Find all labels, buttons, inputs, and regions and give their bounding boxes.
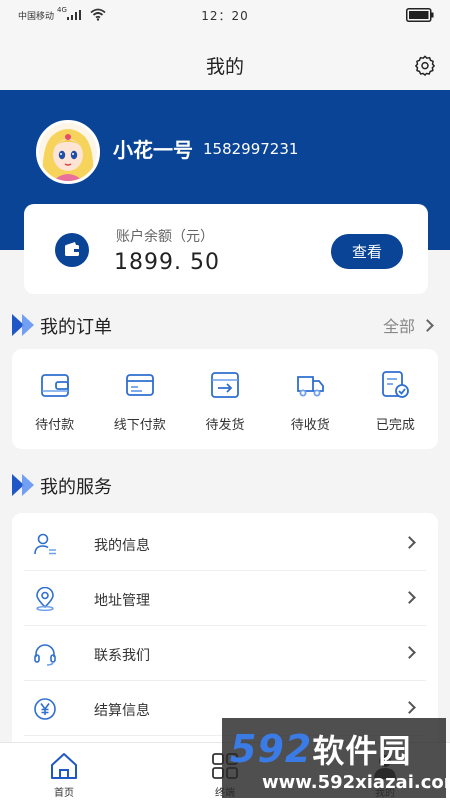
- order-offline-payment[interactable]: 线下付款: [97, 349, 182, 449]
- nav-bar: 我的: [0, 30, 450, 90]
- service-label: 地址管理: [94, 593, 150, 609]
- service-contact[interactable]: 联系我们: [24, 626, 426, 681]
- service-label: 联系我们: [94, 648, 150, 664]
- home-icon: [51, 753, 77, 779]
- yen-icon: [34, 698, 56, 720]
- orders-card: 待付款 线下付款 待发货 待收货 已完成: [12, 349, 438, 449]
- username: 小花一号: [113, 138, 193, 162]
- orders-view-all[interactable]: 全部: [382, 313, 434, 337]
- avatar[interactable]: [36, 120, 100, 184]
- orders-section-header: 我的订单 全部: [12, 311, 438, 339]
- gear-icon[interactable]: [414, 54, 436, 76]
- box-arrow-icon: [211, 372, 239, 398]
- chevron-right-icon: [403, 646, 416, 659]
- balance-card: 账户余额（元） 1899. 50 查看: [24, 204, 428, 294]
- order-item-label: 已完成: [375, 418, 415, 433]
- chevron-right-icon: [421, 319, 434, 332]
- orders-title: 我的订单: [40, 317, 112, 338]
- status-bar: 中国移动 4G 12：20: [0, 0, 450, 30]
- card-icon: [125, 374, 154, 396]
- chevron-right-icon: [403, 591, 416, 604]
- order-to-ship[interactable]: 待发货: [182, 349, 267, 449]
- order-item-label: 待收货: [290, 418, 330, 433]
- phone-number: 1582997231: [203, 140, 299, 158]
- service-label: 结算信息: [94, 703, 150, 719]
- chevron-right-icon: [403, 536, 416, 549]
- service-address[interactable]: 地址管理: [24, 571, 426, 626]
- clock: 12：20: [201, 9, 249, 23]
- services-card: 我的信息 地址管理 联系我们 结算信息: [12, 513, 438, 753]
- order-item-label: 线下付款: [113, 418, 166, 433]
- watermark-brand: 592软件园: [230, 726, 411, 772]
- section-marker-icon: [12, 474, 34, 496]
- tab-label: 首页: [54, 788, 74, 799]
- watermark: 592软件园 www.592xiazai.com: [222, 718, 450, 798]
- page-title: 我的: [205, 56, 244, 78]
- section-marker-icon: [12, 314, 34, 336]
- services-title: 我的服务: [40, 477, 112, 498]
- headset-icon: [34, 644, 56, 666]
- truck-icon: [297, 376, 325, 397]
- service-label: 我的信息: [94, 538, 150, 554]
- chevron-right-icon: [403, 701, 416, 714]
- watermark-digits: 592: [230, 727, 313, 771]
- services-section-header: 我的服务: [12, 471, 438, 499]
- user-info-icon: [34, 533, 56, 555]
- balance-amount: 1899. 50: [114, 250, 220, 275]
- order-completed[interactable]: 已完成: [353, 349, 438, 449]
- view-all-label: 全部: [382, 317, 415, 336]
- battery-icon: [406, 8, 434, 22]
- order-to-receive[interactable]: 待收货: [268, 349, 353, 449]
- wallet-icon: [40, 374, 69, 397]
- order-pending-payment[interactable]: 待付款: [12, 349, 97, 449]
- view-balance-button[interactable]: 查看: [331, 234, 403, 269]
- check-doc-icon: [382, 371, 410, 398]
- order-item-label: 待付款: [35, 418, 75, 433]
- order-item-label: 待发货: [205, 418, 245, 433]
- balance-label: 账户余额（元）: [116, 229, 214, 245]
- location-icon: [36, 587, 54, 611]
- avatar-illustration: [39, 123, 97, 181]
- service-my-info[interactable]: 我的信息: [24, 516, 426, 571]
- tab-home[interactable]: 首页: [19, 743, 109, 800]
- watermark-text: 软件园: [312, 732, 412, 770]
- wallet-icon: [55, 233, 89, 267]
- watermark-url: www.592xiazai.com: [262, 772, 450, 793]
